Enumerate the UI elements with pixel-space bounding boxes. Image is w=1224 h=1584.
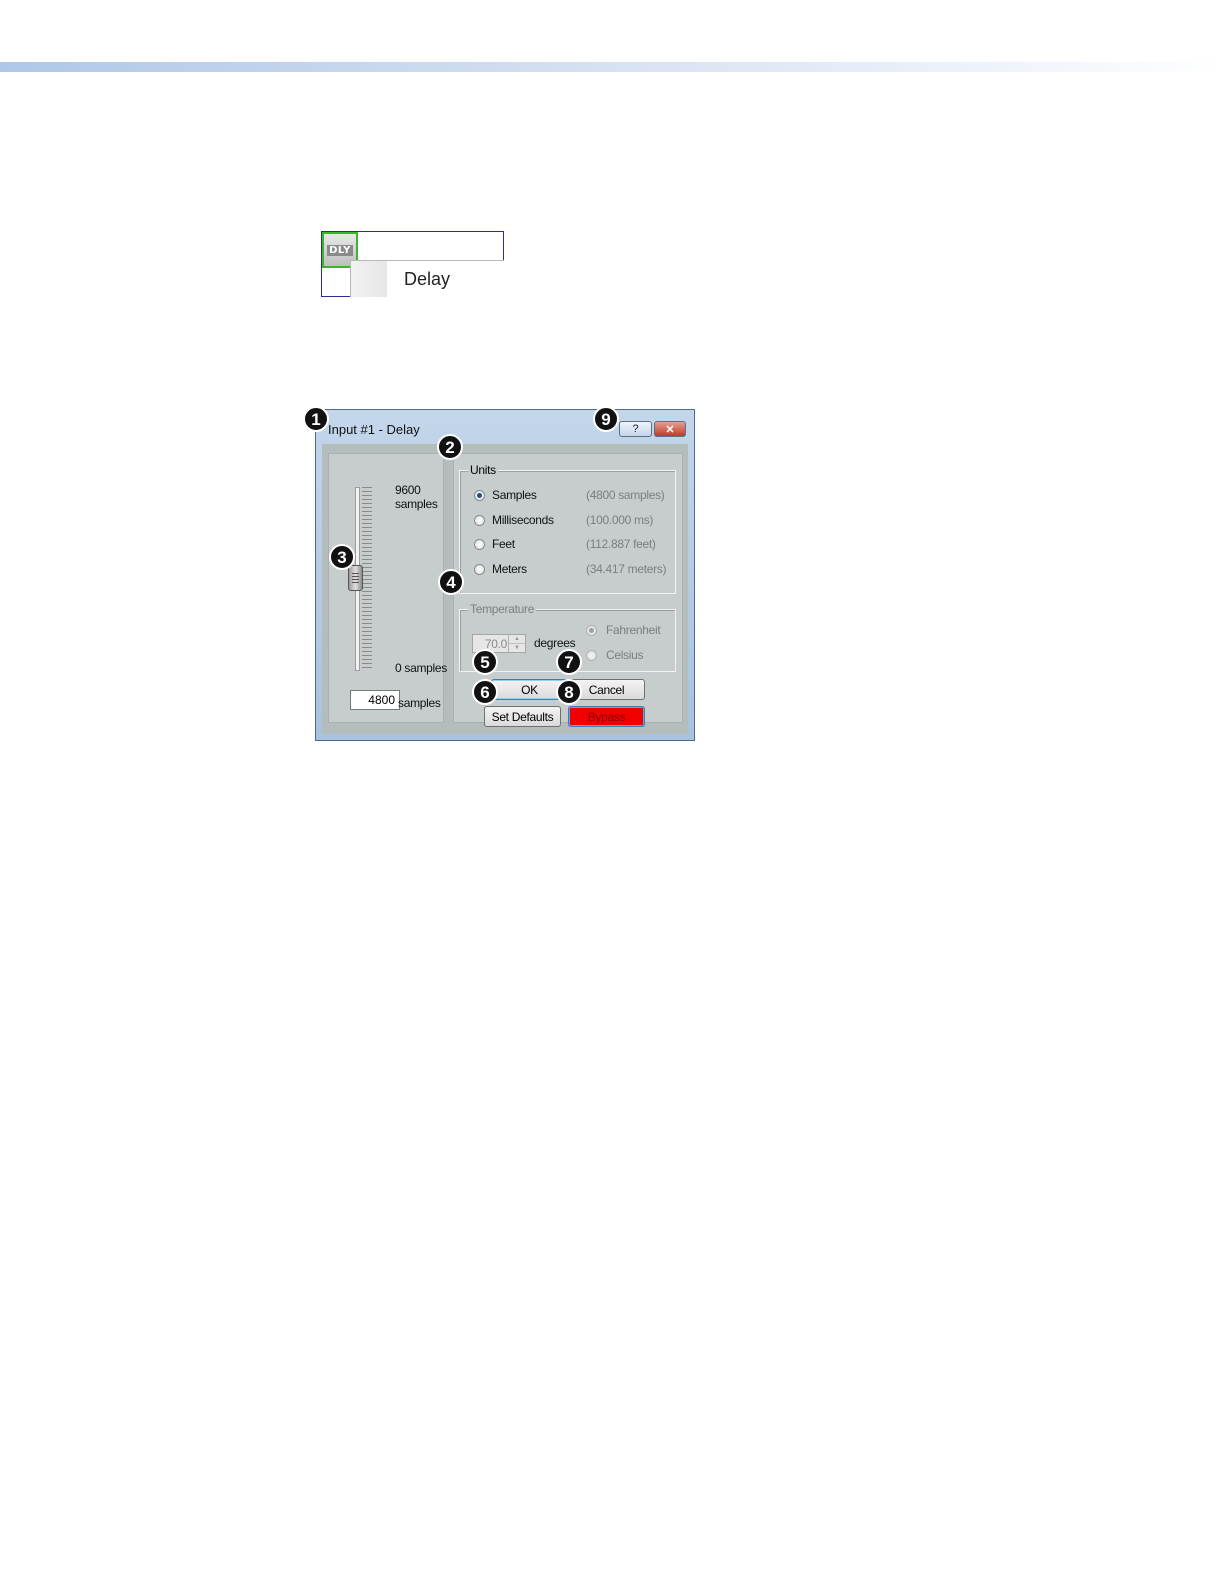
slider-thumb[interactable] [348, 565, 363, 591]
close-button[interactable]: ✕ [654, 421, 686, 437]
units-milliseconds-value: (100.000 ms) [586, 513, 654, 527]
callout-2: 2 [437, 434, 463, 460]
help-button[interactable]: ? [619, 421, 652, 437]
delay-value-input[interactable] [350, 690, 400, 710]
units-meters-value: (34.417 meters) [586, 562, 667, 576]
units-meters-label: Meters [492, 562, 527, 576]
units-samples-radio[interactable] [474, 490, 485, 501]
units-legend: Units [468, 463, 498, 477]
slider-max-value: 9600 [395, 483, 421, 497]
delay-dialog: Input #1 - Delay ? ✕ 9600 samples 0 samp… [315, 409, 695, 741]
callout-8: 8 [556, 679, 582, 705]
bypass-button[interactable]: Bypass [568, 706, 645, 727]
menu-item-delay-label: Delay [404, 269, 451, 289]
fahrenheit-radio[interactable] [586, 625, 597, 636]
header-rule [0, 62, 1224, 72]
help-icon: ? [632, 423, 639, 435]
dly-icon-label: DLY [327, 244, 353, 256]
callout-4: 4 [438, 569, 464, 595]
dialog-title: Input #1 - Delay [328, 422, 420, 437]
spin-down-icon[interactable]: ▼ [509, 644, 525, 652]
delay-slider-panel: 9600 samples 0 samples samples [328, 453, 447, 723]
callout-6: 6 [472, 679, 498, 705]
slider-min-label: 0 samples [395, 661, 447, 675]
celsius-radio[interactable] [586, 650, 597, 661]
units-meters-radio[interactable] [474, 564, 485, 575]
temperature-legend: Temperature [468, 602, 537, 616]
dly-context-menu-snippet: DLY Delay [321, 231, 504, 297]
temperature-unit-label: degrees [534, 636, 576, 650]
menu-gutter [351, 261, 387, 297]
units-samples-label: Samples [492, 488, 537, 502]
menu-item-delay[interactable]: Delay [350, 260, 504, 297]
dialog-client-area: 9600 samples 0 samples samples Units Sam… [322, 444, 688, 734]
callout-7: 7 [556, 649, 582, 675]
callout-3: 3 [329, 544, 355, 570]
slider-max-unit: samples [395, 497, 438, 511]
spin-up-icon[interactable]: ▲ [509, 635, 525, 644]
units-milliseconds-radio[interactable] [474, 515, 485, 526]
units-milliseconds-label: Milliseconds [492, 513, 554, 527]
units-group: Units Samples (4800 samples) Millisecond… [459, 463, 676, 594]
callout-1: 1 [303, 406, 329, 432]
slider-ticks [362, 487, 372, 669]
units-samples-value: (4800 samples) [586, 488, 665, 502]
celsius-label: Celsius [606, 648, 644, 662]
callout-9: 9 [593, 406, 619, 432]
delay-value-unit: samples [398, 696, 441, 710]
units-feet-radio[interactable] [474, 539, 485, 550]
temperature-spin-buttons: ▲ ▼ [508, 635, 525, 652]
units-feet-value: (112.887 feet) [586, 537, 656, 551]
units-feet-label: Feet [492, 537, 515, 551]
set-defaults-button[interactable]: Set Defaults [484, 706, 561, 727]
close-icon: ✕ [665, 423, 675, 436]
callout-5: 5 [472, 649, 498, 675]
fahrenheit-label: Fahrenheit [606, 623, 661, 637]
